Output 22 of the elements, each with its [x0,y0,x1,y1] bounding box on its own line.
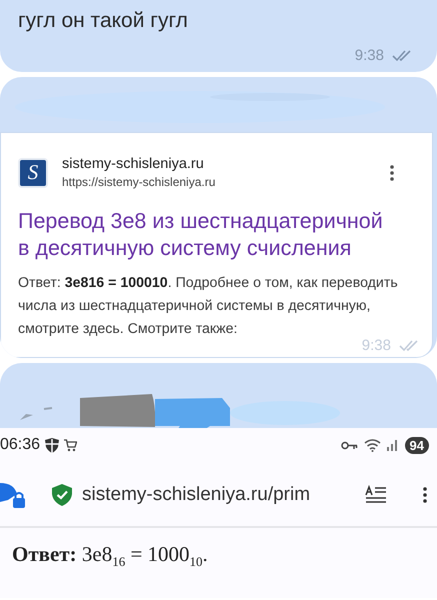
result-snippet: Ответ: 3e816 = 100010. Подробнее о том, как переводить числа из шестнадцатеричной системы в десятичную, смотрите здесь. Смотрите также: [18,274,399,339]
cart-icon [64,438,78,452]
verified-shield-icon [52,484,72,506]
shield-icon [45,438,60,452]
answer-text: Ответ: 3e8$_{16}$ = 1000$_{10}$. [12,542,208,570]
site-favicon: S [18,158,48,188]
battery-level: 94 [404,436,429,454]
site-url: https://sistemy-schisleniya.ru [62,174,216,190]
more-options-icon[interactable] [390,164,394,180]
wifi-icon [364,438,381,452]
key-icon [340,440,358,450]
more-options-icon[interactable] [423,487,427,503]
message-time: 9:38 [354,47,384,64]
reader-mode-icon[interactable] [365,485,387,505]
message-time: 9:38 [362,336,391,354]
search-result-card[interactable] [0,132,433,358]
status-time: 06:36 [0,436,40,454]
result-title[interactable]: Перевод 3e8 из шестнадцатеричной в десятичную систему счисления [18,208,404,262]
signal-icon [386,439,399,451]
message-text: гугл он такой гугл [18,8,188,34]
address-bar[interactable]: sistemy-schisleniya.ru/prim [82,484,310,506]
site-name: sistemy-schisleniya.ru [62,155,205,174]
